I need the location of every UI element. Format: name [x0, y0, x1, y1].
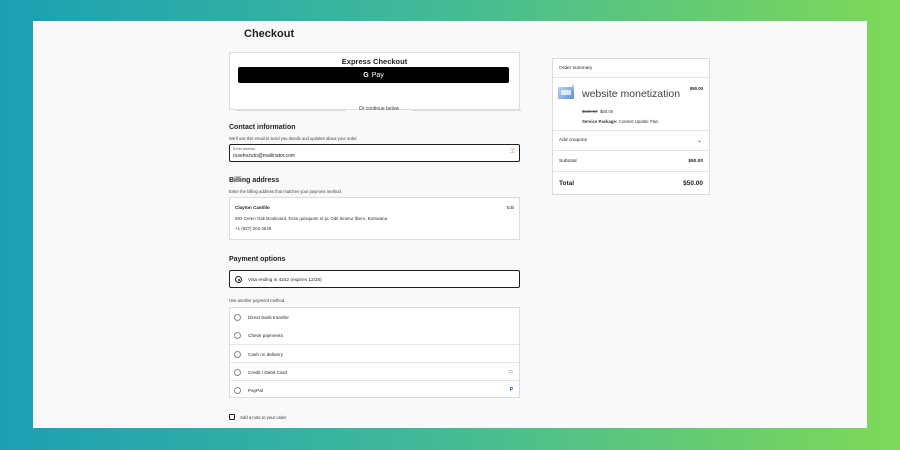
email-field-value[interactable]: rusehozuto@mailinator.com [233, 153, 295, 159]
add-note-label: Add a note to your order [240, 414, 287, 420]
billing-edit-link[interactable]: Edit [507, 205, 514, 210]
subtotal-label: Subtotal [559, 159, 577, 164]
order-summary-title: Order summary [559, 66, 593, 71]
billing-name: Clayton Castillo [235, 205, 270, 210]
product-regular-price: $100.00 [582, 109, 598, 114]
google-pay-label: Pay [371, 71, 384, 79]
payment-method-paypal[interactable]: PayPal P [230, 380, 519, 398]
google-pay-button[interactable]: G Pay [238, 67, 509, 83]
add-note-checkbox[interactable] [229, 414, 235, 420]
credit-card-radio[interactable] [234, 368, 241, 376]
billing-address-title: Billing address [229, 177, 280, 184]
email-field-label: Email address [233, 147, 256, 151]
order-summary-panel: Order summary 1 website monetization $50… [552, 58, 710, 195]
check-payments-label: Check payments [248, 332, 283, 338]
payment-method-bank-transfer[interactable]: Direct bank transfer [230, 308, 519, 326]
payment-method-card[interactable]: Credit / Debit Card ▭ [230, 362, 519, 380]
saved-card-option[interactable]: Visa ending in 4242 (expires 12/25) [229, 270, 520, 288]
saved-card-label: Visa ending in 4242 (expires 12/25) [248, 277, 322, 282]
product-sale-price: $50.00 [600, 109, 614, 114]
cash-on-delivery-radio[interactable] [234, 350, 241, 358]
credit-card-label: Credit / Debit Card [248, 369, 287, 375]
product-thumbnail [558, 87, 574, 99]
bank-transfer-radio[interactable] [234, 313, 241, 321]
divider-line-right [412, 110, 522, 111]
service-package-value: Content Update Plan [618, 119, 659, 124]
billing-phone: +1 (827) 203-2828 [235, 226, 272, 231]
express-checkout-panel: Express Checkout G Pay [229, 52, 520, 110]
autofill-key-icon[interactable]: ⚿ [510, 149, 515, 156]
subtotal-value: $50.00 [688, 159, 703, 164]
contact-info-title: Contact information [229, 124, 296, 131]
check-payments-radio[interactable] [234, 331, 241, 339]
page-title: Checkout [244, 28, 295, 40]
total-value: $50.00 [683, 180, 703, 187]
divider-text: Or continue below [358, 106, 400, 112]
google-g-icon: G [363, 71, 369, 79]
summary-divider [553, 150, 709, 151]
checkout-page: Checkout Express Checkout G Pay Or conti… [33, 21, 867, 428]
product-line-price: $50.00 [689, 86, 703, 91]
total-label: Total [559, 180, 575, 187]
payment-options-title: Payment options [229, 256, 286, 263]
card-icon: ▭ [508, 368, 513, 375]
bank-transfer-label: Direct bank transfer [248, 314, 289, 320]
add-coupons-toggle[interactable]: Add coupons [559, 138, 587, 143]
billing-address-desc: Enter the billing address that matches y… [229, 189, 342, 194]
cash-on-delivery-label: Cash on delivery [248, 351, 283, 357]
summary-divider [553, 130, 709, 131]
summary-divider [553, 77, 709, 78]
paypal-label: PayPal [248, 387, 263, 393]
payment-method-cod[interactable]: Cash on delivery [230, 344, 519, 362]
service-package-key: Service Package: [582, 119, 618, 124]
paypal-icon: P [509, 386, 513, 393]
contact-info-desc: We'll use this email to send you details… [229, 136, 358, 141]
quantity-badge: 1 [572, 84, 574, 88]
service-package-meta: Service Package: Content Update Plan [582, 119, 658, 124]
payment-method-check[interactable]: Check payments [230, 326, 519, 344]
other-payment-label: Use another payment method. [229, 298, 286, 303]
summary-divider [553, 171, 709, 172]
email-field[interactable]: Email address rusehozuto@mailinator.com … [229, 144, 520, 162]
paypal-radio[interactable] [234, 386, 241, 394]
continue-below-divider: Or continue below [236, 106, 522, 116]
billing-street: 693 Green Oak Boulevard, Esse quisquam e… [235, 216, 388, 221]
chevron-down-icon[interactable]: ⌄ [697, 137, 702, 144]
express-checkout-title: Express Checkout [341, 57, 408, 66]
billing-address-card: Clayton Castillo 693 Green Oak Boulevard… [229, 197, 520, 240]
add-note-option[interactable]: Add a note to your order [229, 414, 286, 420]
product-name: website monetization [582, 88, 681, 100]
saved-card-radio[interactable] [235, 276, 242, 283]
payment-methods-list: Direct bank transfer Check payments Cash… [229, 307, 520, 398]
